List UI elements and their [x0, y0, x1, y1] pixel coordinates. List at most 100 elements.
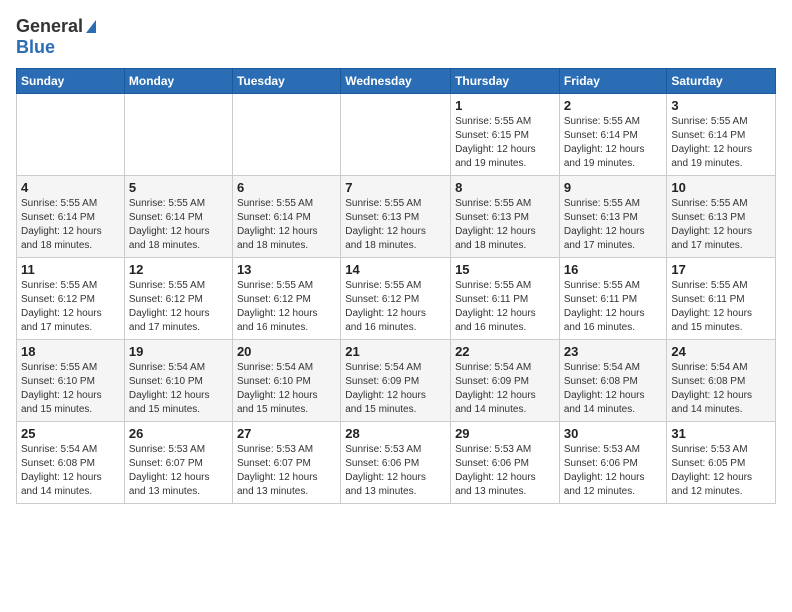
calendar-table: SundayMondayTuesdayWednesdayThursdayFrid… — [16, 68, 776, 504]
day-info: Sunrise: 5:55 AM Sunset: 6:10 PM Dayligh… — [21, 361, 120, 417]
day-info: Sunrise: 5:54 AM Sunset: 6:09 PM Dayligh… — [345, 361, 446, 417]
day-number: 27 — [237, 426, 336, 441]
weekday-header-row: SundayMondayTuesdayWednesdayThursdayFrid… — [17, 69, 776, 94]
calendar-cell: 20Sunrise: 5:54 AM Sunset: 6:10 PM Dayli… — [232, 340, 340, 422]
calendar-cell — [232, 94, 340, 176]
calendar-cell: 23 Sunrise: 5:54 AM Sunset: 6:08 PM Dayli… — [559, 340, 667, 422]
calendar-cell: 19 Sunrise: 5:54 AM Sunset: 6:10 PM Dayli… — [124, 340, 232, 422]
calendar-cell: 21 Sunrise: 5:54 AM Sunset: 6:09 PM Dayli… — [341, 340, 451, 422]
calendar-cell: 5Sunrise: 5:55 AM Sunset: 6:14 PM Daylig… — [124, 176, 232, 258]
calendar-week-row: 25Sunrise: 5:54 AM Sunset: 6:08 PM Dayli… — [17, 422, 776, 504]
weekday-header-thursday: Thursday — [451, 69, 560, 94]
calendar-cell: 18 Sunrise: 5:55 AM Sunset: 6:10 PM Dayli… — [17, 340, 125, 422]
day-number: 5 — [129, 180, 228, 195]
day-number: 14 — [345, 262, 446, 277]
calendar-cell: 24Sunrise: 5:54 AM Sunset: 6:08 PM Dayli… — [667, 340, 776, 422]
calendar-cell: 6Sunrise: 5:55 AM Sunset: 6:14 PM Daylig… — [232, 176, 340, 258]
day-number: 26 — [129, 426, 228, 441]
day-number: 17 — [671, 262, 771, 277]
calendar-week-row: 18 Sunrise: 5:55 AM Sunset: 6:10 PM Dayli… — [17, 340, 776, 422]
day-number: 3 — [671, 98, 771, 113]
logo-blue-text: Blue — [16, 37, 55, 57]
calendar-cell: 10Sunrise: 5:55 AM Sunset: 6:13 PM Dayli… — [667, 176, 776, 258]
day-number: 1 — [455, 98, 555, 113]
day-number: 23 — [564, 344, 663, 359]
weekday-header-friday: Friday — [559, 69, 667, 94]
calendar-cell: 25Sunrise: 5:54 AM Sunset: 6:08 PM Dayli… — [17, 422, 125, 504]
day-number: 18 — [21, 344, 120, 359]
calendar-cell: 27 Sunrise: 5:53 AM Sunset: 6:07 PM Dayli… — [232, 422, 340, 504]
calendar-week-row: 11 Sunrise: 5:55 AM Sunset: 6:12 PM Dayli… — [17, 258, 776, 340]
day-number: 29 — [455, 426, 555, 441]
calendar-cell: 8Sunrise: 5:55 AM Sunset: 6:13 PM Daylig… — [451, 176, 560, 258]
calendar-week-row: 4 Sunrise: 5:55 AM Sunset: 6:14 PM Daylig… — [17, 176, 776, 258]
day-number: 9 — [564, 180, 663, 195]
day-info: Sunrise: 5:54 AM Sunset: 6:08 PM Dayligh… — [564, 361, 663, 417]
day-number: 30 — [564, 426, 663, 441]
day-info: Sunrise: 5:53 AM Sunset: 6:07 PM Dayligh… — [129, 443, 228, 499]
day-number: 10 — [671, 180, 771, 195]
calendar-cell: 12 Sunrise: 5:55 AM Sunset: 6:12 PM Dayli… — [124, 258, 232, 340]
day-number: 15 — [455, 262, 555, 277]
day-info: Sunrise: 5:54 AM Sunset: 6:08 PM Dayligh… — [671, 361, 771, 417]
day-number: 7 — [345, 180, 446, 195]
calendar-cell: 28 Sunrise: 5:53 AM Sunset: 6:06 PM Dayli… — [341, 422, 451, 504]
day-info: Sunrise: 5:55 AM Sunset: 6:14 PM Dayligh… — [21, 197, 120, 253]
day-info: Sunrise: 5:55 AM Sunset: 6:12 PM Dayligh… — [21, 279, 120, 335]
day-number: 19 — [129, 344, 228, 359]
day-number: 13 — [237, 262, 336, 277]
calendar-cell — [17, 94, 125, 176]
day-number: 16 — [564, 262, 663, 277]
weekday-header-sunday: Sunday — [17, 69, 125, 94]
calendar-cell: 7 Sunrise: 5:55 AM Sunset: 6:13 PM Daylig… — [341, 176, 451, 258]
calendar-cell: 14Sunrise: 5:55 AM Sunset: 6:12 PM Dayli… — [341, 258, 451, 340]
calendar-cell: 31 Sunrise: 5:53 AM Sunset: 6:05 PM Dayli… — [667, 422, 776, 504]
day-info: Sunrise: 5:53 AM Sunset: 6:06 PM Dayligh… — [455, 443, 555, 499]
calendar-week-row: 1 Sunrise: 5:55 AM Sunset: 6:15 PM Daylig… — [17, 94, 776, 176]
day-info: Sunrise: 5:53 AM Sunset: 6:06 PM Dayligh… — [564, 443, 663, 499]
day-number: 31 — [671, 426, 771, 441]
day-number: 25 — [21, 426, 120, 441]
day-info: Sunrise: 5:55 AM Sunset: 6:11 PM Dayligh… — [455, 279, 555, 335]
logo-general-text: General — [16, 16, 83, 37]
day-info: Sunrise: 5:55 AM Sunset: 6:14 PM Dayligh… — [564, 115, 663, 171]
calendar-cell: 9 Sunrise: 5:55 AM Sunset: 6:13 PM Daylig… — [559, 176, 667, 258]
day-number: 11 — [21, 262, 120, 277]
day-info: Sunrise: 5:53 AM Sunset: 6:07 PM Dayligh… — [237, 443, 336, 499]
day-info: Sunrise: 5:53 AM Sunset: 6:06 PM Dayligh… — [345, 443, 446, 499]
calendar-cell: 11 Sunrise: 5:55 AM Sunset: 6:12 PM Dayli… — [17, 258, 125, 340]
calendar-cell: 16 Sunrise: 5:55 AM Sunset: 6:11 PM Dayli… — [559, 258, 667, 340]
day-info: Sunrise: 5:54 AM Sunset: 6:10 PM Dayligh… — [237, 361, 336, 417]
day-info: Sunrise: 5:55 AM Sunset: 6:14 PM Dayligh… — [237, 197, 336, 253]
day-number: 12 — [129, 262, 228, 277]
calendar-cell: 17Sunrise: 5:55 AM Sunset: 6:11 PM Dayli… — [667, 258, 776, 340]
day-info: Sunrise: 5:55 AM Sunset: 6:12 PM Dayligh… — [237, 279, 336, 335]
weekday-header-saturday: Saturday — [667, 69, 776, 94]
day-info: Sunrise: 5:55 AM Sunset: 6:14 PM Dayligh… — [671, 115, 771, 171]
day-info: Sunrise: 5:55 AM Sunset: 6:12 PM Dayligh… — [129, 279, 228, 335]
day-info: Sunrise: 5:55 AM Sunset: 6:13 PM Dayligh… — [345, 197, 446, 253]
day-number: 28 — [345, 426, 446, 441]
calendar-cell: 2 Sunrise: 5:55 AM Sunset: 6:14 PM Daylig… — [559, 94, 667, 176]
weekday-header-wednesday: Wednesday — [341, 69, 451, 94]
day-number: 21 — [345, 344, 446, 359]
page-header: General Blue — [16, 16, 776, 58]
weekday-header-monday: Monday — [124, 69, 232, 94]
calendar-cell: 26 Sunrise: 5:53 AM Sunset: 6:07 PM Dayli… — [124, 422, 232, 504]
day-info: Sunrise: 5:54 AM Sunset: 6:10 PM Dayligh… — [129, 361, 228, 417]
day-info: Sunrise: 5:55 AM Sunset: 6:15 PM Dayligh… — [455, 115, 555, 171]
day-info: Sunrise: 5:55 AM Sunset: 6:13 PM Dayligh… — [564, 197, 663, 253]
calendar-cell: 3 Sunrise: 5:55 AM Sunset: 6:14 PM Daylig… — [667, 94, 776, 176]
day-number: 4 — [21, 180, 120, 195]
calendar-cell: 30 Sunrise: 5:53 AM Sunset: 6:06 PM Dayli… — [559, 422, 667, 504]
calendar-cell — [124, 94, 232, 176]
calendar-cell: 15 Sunrise: 5:55 AM Sunset: 6:11 PM Dayli… — [451, 258, 560, 340]
calendar-cell: 22Sunrise: 5:54 AM Sunset: 6:09 PM Dayli… — [451, 340, 560, 422]
calendar-cell: 29 Sunrise: 5:53 AM Sunset: 6:06 PM Dayli… — [451, 422, 560, 504]
day-info: Sunrise: 5:53 AM Sunset: 6:05 PM Dayligh… — [671, 443, 771, 499]
day-number: 2 — [564, 98, 663, 113]
day-info: Sunrise: 5:55 AM Sunset: 6:11 PM Dayligh… — [564, 279, 663, 335]
day-number: 8 — [455, 180, 555, 195]
calendar-cell: 1 Sunrise: 5:55 AM Sunset: 6:15 PM Daylig… — [451, 94, 560, 176]
day-number: 22 — [455, 344, 555, 359]
